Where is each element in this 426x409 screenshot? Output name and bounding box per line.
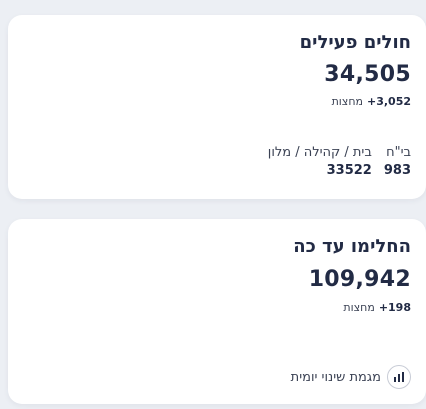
active-patients-delta-label: מחצות [331, 95, 363, 108]
recovered-delta: +198 מחצות [343, 301, 411, 314]
bar-chart-icon[interactable] [387, 365, 411, 389]
recovered-title: החלימו עד כה [293, 236, 411, 257]
breakdown-hospital-value: 983 [383, 163, 411, 178]
active-patients-title: חולים פעילים [299, 32, 411, 53]
active-patients-delta: +3,052 מחצות [332, 95, 411, 108]
daily-trend-link[interactable]: מגמת שינוי יומית [291, 365, 411, 389]
active-patients-total: 34,505 [324, 62, 411, 87]
breakdown-hospital: בי"ח 983 [384, 145, 411, 178]
breakdown-home-value: 33522 [326, 163, 372, 178]
breakdown-home: בית / קהילה / מלון 33522 [268, 145, 372, 178]
daily-trend-label[interactable]: מגמת שינוי יומית [291, 370, 381, 385]
breakdown-hospital-label: בי"ח [386, 145, 411, 160]
recovered-total: 109,942 [308, 267, 411, 292]
recovered-delta-label: מחצות [343, 301, 375, 314]
active-patients-breakdown: בי"ח 983 בית / קהילה / מלון 33522 [268, 145, 411, 178]
active-patients-card: חולים פעילים 34,505 +3,052 מחצות בי"ח 98… [8, 15, 426, 199]
breakdown-home-label: בית / קהילה / מלון [267, 145, 372, 160]
active-patients-delta-value: +3,052 [366, 95, 411, 108]
recovered-delta-value: +198 [378, 301, 411, 314]
recovered-card: החלימו עד כה 109,942 +198 מחצות מגמת שינ… [8, 219, 426, 404]
